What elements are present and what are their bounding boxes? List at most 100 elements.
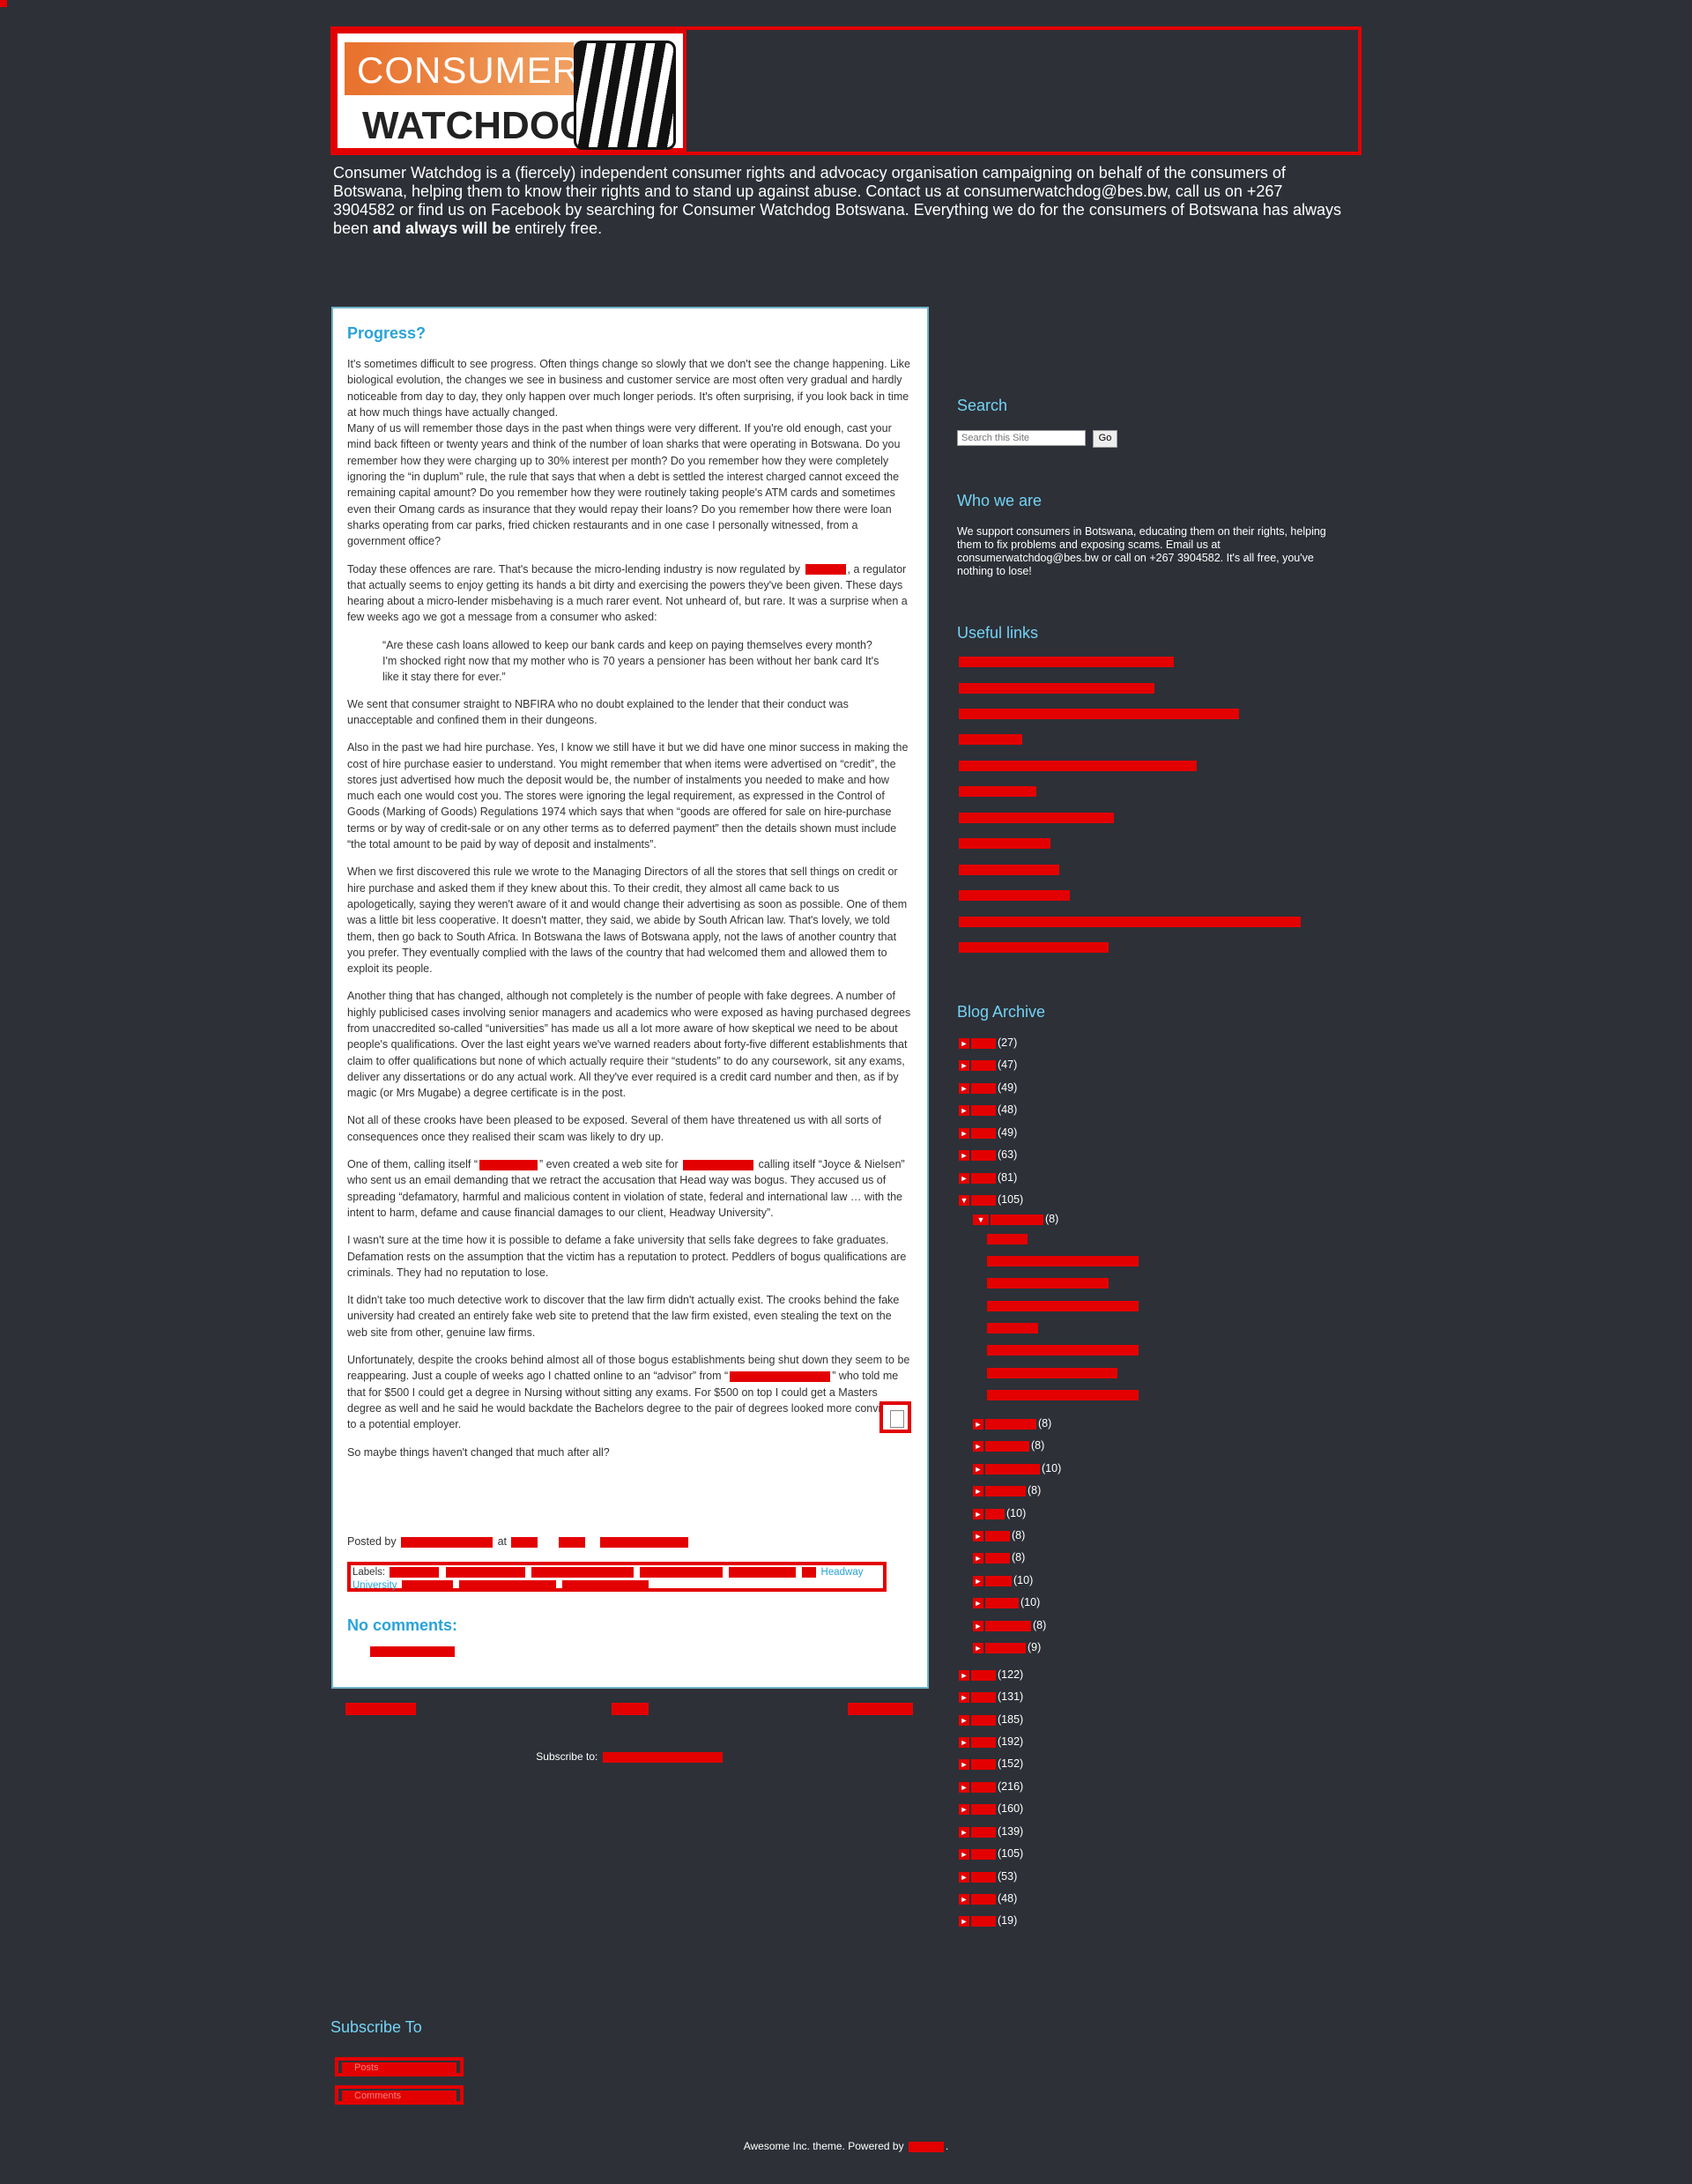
- subscribe-posts-dropdown[interactable]: Posts: [335, 2057, 464, 2076]
- post-title: Progress?: [347, 324, 427, 342]
- expand-arrow-icon: ►: [973, 1576, 983, 1586]
- subscribe-comments-dropdown[interactable]: Comments: [335, 2085, 464, 2105]
- archive-month[interactable]: ► (10): [973, 1596, 1040, 1608]
- expand-arrow-icon: ►: [973, 1621, 983, 1631]
- timestamp-link[interactable]: [511, 1536, 538, 1548]
- label-link[interactable]: [531, 1566, 634, 1578]
- collapse-arrow-icon: ▼: [973, 1215, 989, 1225]
- label-link-headway[interactable]: Headway: [821, 1567, 864, 1578]
- archive-year[interactable]: ► (47): [959, 1059, 1017, 1071]
- archive-year-open[interactable]: ▼ (105): [959, 1193, 1023, 1206]
- useful-link[interactable]: [959, 838, 1050, 849]
- archive-month-open[interactable]: ▼ (8): [973, 1213, 1058, 1225]
- description-bold: and always will be: [373, 219, 511, 237]
- useful-link[interactable]: [959, 865, 1059, 875]
- useful-link[interactable]: [959, 734, 1022, 745]
- search-go-button[interactable]: Go: [1093, 430, 1117, 448]
- label-link[interactable]: [401, 1579, 453, 1591]
- label-link-university[interactable]: University: [352, 1580, 397, 1591]
- archive-post-link[interactable]: [987, 1301, 1139, 1311]
- archive-year[interactable]: ► (152): [959, 1757, 1023, 1770]
- archive-month[interactable]: ► (9): [973, 1641, 1041, 1653]
- author-link[interactable]: [401, 1536, 494, 1548]
- bogus-university-link[interactable]: [730, 1371, 831, 1383]
- post-comments-atom-link[interactable]: [602, 1751, 723, 1763]
- archive-month[interactable]: ► (8): [973, 1439, 1044, 1452]
- post-paragraph: Also in the past we had hire purchase. Y…: [347, 741, 909, 851]
- archive-post-link[interactable]: [987, 1278, 1109, 1289]
- expand-arrow-icon: ►: [973, 1553, 983, 1564]
- useful-link[interactable]: [959, 786, 1036, 797]
- archive-year[interactable]: ► (27): [959, 1036, 1017, 1049]
- archive-month[interactable]: ► (10): [973, 1507, 1026, 1519]
- useful-link[interactable]: [959, 657, 1174, 667]
- archive-year[interactable]: ► (49): [959, 1126, 1017, 1139]
- headway-university-link[interactable]: [479, 1159, 538, 1170]
- blogger-link[interactable]: [908, 2141, 944, 2152]
- label-link[interactable]: [445, 1566, 525, 1578]
- archive-post-link[interactable]: [987, 1345, 1139, 1356]
- archive-year[interactable]: ► (63): [959, 1148, 1017, 1161]
- newer-posts-link[interactable]: [345, 1703, 416, 1715]
- label-link[interactable]: [802, 1566, 817, 1578]
- archive-year[interactable]: ► (131): [959, 1690, 1023, 1703]
- post-comment-link[interactable]: [370, 1646, 455, 1657]
- useful-link[interactable]: [959, 942, 1109, 953]
- archive-month[interactable]: ► (10): [973, 1462, 1061, 1475]
- collapse-arrow-icon: ▼: [959, 1195, 969, 1206]
- useful-link[interactable]: [959, 683, 1154, 694]
- useful-link[interactable]: [959, 709, 1239, 719]
- archive-year[interactable]: ► (185): [959, 1713, 1023, 1726]
- archive-year[interactable]: ► (139): [959, 1825, 1023, 1838]
- older-posts-link[interactable]: [848, 1703, 913, 1715]
- useful-link[interactable]: [959, 917, 1301, 927]
- header-banner: CONSUMER WATCHDOG: [330, 26, 1362, 155]
- archive-month[interactable]: ► (10): [973, 1574, 1033, 1586]
- document-icon[interactable]: [879, 1401, 911, 1433]
- home-link[interactable]: [612, 1703, 649, 1715]
- archive-month[interactable]: ► (8): [973, 1551, 1025, 1564]
- archive-post-link[interactable]: [987, 1323, 1038, 1333]
- archive-year[interactable]: ► (19): [959, 1914, 1017, 1927]
- useful-links-title: Useful links: [957, 624, 1039, 642]
- expand-arrow-icon: ►: [959, 1173, 969, 1184]
- archive-month[interactable]: ► (8): [973, 1529, 1025, 1541]
- expand-arrow-icon: ►: [973, 1598, 983, 1608]
- useful-link[interactable]: [959, 813, 1114, 823]
- label-link[interactable]: [390, 1566, 440, 1578]
- archive-year[interactable]: ► (48): [959, 1892, 1017, 1905]
- archive-year[interactable]: ► (160): [959, 1802, 1023, 1815]
- archive-post-link[interactable]: [987, 1390, 1139, 1400]
- archive-month[interactable]: ► (8): [973, 1417, 1051, 1430]
- label-link[interactable]: [729, 1566, 797, 1578]
- archive-year[interactable]: ► (81): [959, 1171, 1017, 1184]
- expand-arrow-icon: ►: [959, 1916, 969, 1927]
- archive-year[interactable]: ► (216): [959, 1780, 1023, 1793]
- useful-link[interactable]: [959, 761, 1197, 771]
- post-paragraph: Another thing that has changed, although…: [347, 990, 911, 1100]
- useful-link[interactable]: [959, 890, 1070, 901]
- share-buttons[interactable]: [600, 1536, 689, 1548]
- archive-year[interactable]: ► (53): [959, 1870, 1017, 1883]
- archive-post-link[interactable]: [987, 1368, 1117, 1378]
- archive-year[interactable]: ► (48): [959, 1103, 1017, 1116]
- archive-month[interactable]: ► (8): [973, 1484, 1041, 1497]
- archive-year[interactable]: ► (105): [959, 1847, 1023, 1860]
- expand-arrow-icon: ►: [973, 1643, 983, 1653]
- label-link[interactable]: [639, 1566, 723, 1578]
- archive-post-link[interactable]: [987, 1256, 1139, 1267]
- archive-year[interactable]: ► (122): [959, 1668, 1023, 1681]
- archive-year[interactable]: ► (192): [959, 1735, 1023, 1748]
- label-link[interactable]: [562, 1579, 649, 1591]
- site-logo[interactable]: CONSUMER WATCHDOG: [334, 30, 686, 152]
- blog-archive-title: Blog Archive: [957, 1003, 1046, 1021]
- archive-month[interactable]: ► (8): [973, 1619, 1046, 1631]
- consumer-quote: “Are these cash loans allowed to keep ou…: [382, 638, 879, 684]
- archive-post-link[interactable]: [987, 1234, 1028, 1244]
- archive-year[interactable]: ► (49): [959, 1081, 1017, 1094]
- label-link[interactable]: [458, 1579, 556, 1591]
- search-input[interactable]: [957, 430, 1086, 446]
- email-post-icon[interactable]: [558, 1536, 585, 1548]
- fake-law-firm-link[interactable]: [683, 1159, 754, 1170]
- nbfira-link[interactable]: [805, 564, 846, 576]
